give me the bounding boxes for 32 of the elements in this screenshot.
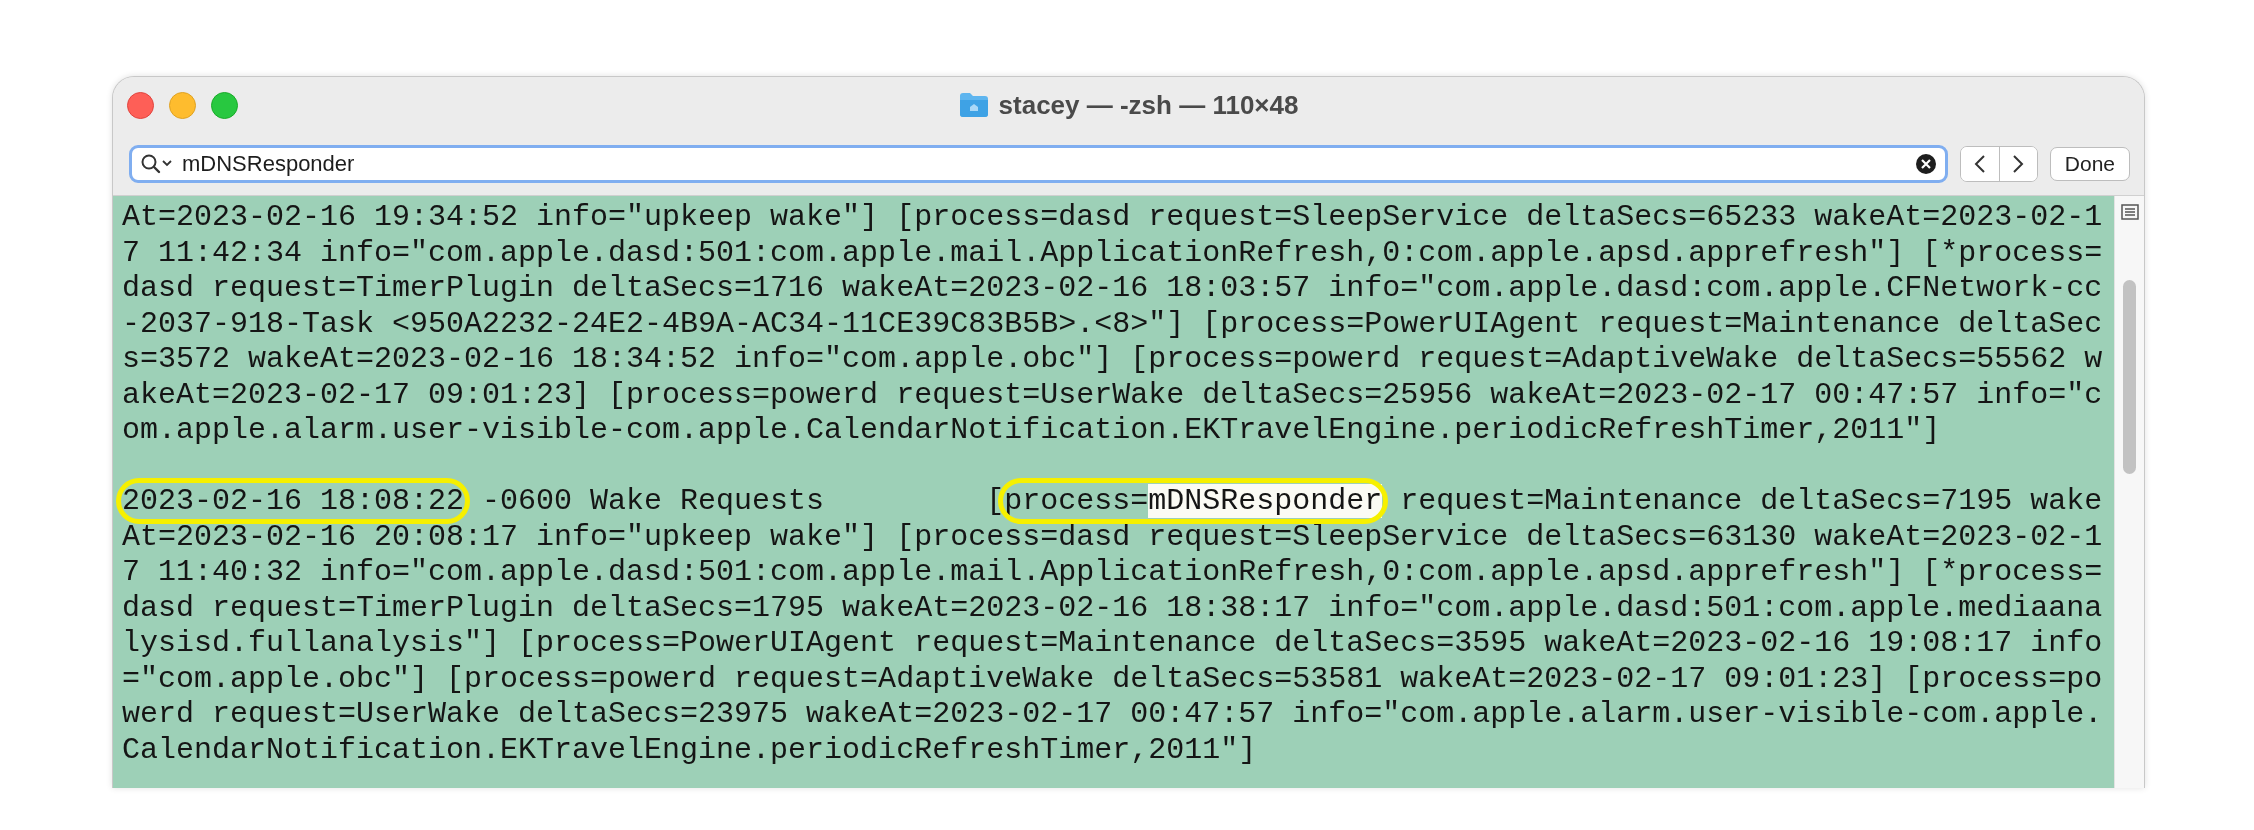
next-button[interactable] — [1998, 147, 2037, 181]
chevron-right-icon — [2012, 154, 2025, 174]
terminal-line: -2037-918-Task <950A2232-24E2-4B9A-AC34-11CE39C83B5B>.<8>"] [process=PowerUIAgent request=Maintenance deltaSec — [122, 306, 2104, 342]
chevron-left-icon — [1973, 154, 1986, 174]
window-title: stacey — -zsh — 110×48 — [998, 89, 1299, 121]
terminal-line: dasd request=TimerPlugin deltaSecs=1716 wakeAt=2023-02-16 18:03:57 info="com.apple.dasd:com.apple.CFNetwork-cc — [122, 271, 2104, 307]
terminal-line: om.apple.alarm.user-visible-com.apple.CalendarNotification.EKTravelEngine.periodicRefreshTimer,2011"] — [122, 413, 1942, 449]
folder-icon — [958, 92, 989, 118]
terminal-line: At=2023-02-16 20:08:17 info="upkeep wake"] [process=dasd request=SleepService deltaSecs=63130 wakeAt=2023-02-1 — [122, 519, 2104, 555]
terminal-text: 2023-02-16 18:08:22 — [122, 484, 465, 518]
search-field[interactable]: mDNSResponder — [129, 145, 1948, 183]
scrollbar-thumb[interactable] — [2123, 280, 2136, 474]
menu-icon[interactable] — [2120, 204, 2139, 220]
terminal-line: 7 11:40:32 info="com.apple.dasd:501:com.apple.mail.ApplicationRefresh,0:com.apple.apsd.apprefresh"] [*process= — [122, 555, 2104, 591]
terminal-line: 7 11:42:34 info="com.apple.dasd:501:com.apple.mail.ApplicationRefresh,0:com.apple.apsd.apprefresh"] [*process= — [122, 235, 2104, 271]
terminal-text: request=Maintenance deltaSecs=7195 wake — [1399, 484, 2103, 518]
terminal-line: CalendarNotification.EKTravelEngine.periodicRefreshTimer,2011"] — [122, 732, 1258, 768]
search-icon[interactable] — [140, 153, 174, 175]
terminal-line: s=3572 wakeAt=2023-02-16 18:34:52 info="com.apple.obc"] [process=powerd request=AdaptiveWake deltaSecs=55562 w — [122, 342, 2104, 378]
terminal-line: lysisd.fullanalysis"] [process=PowerUIAgent request=Maintenance deltaSecs=3595 wakeAt=2023-02-16 19:08:17 info — [122, 626, 2104, 662]
terminal-line: At=2023-02-16 19:34:52 info="upkeep wake"] [process=dasd request=SleepService deltaSecs=65233 wakeAt=2023-02-1 — [122, 200, 2104, 236]
search-match: mDNSResponder — [1148, 484, 1383, 518]
terminal-line: dasd request=TimerPlugin deltaSecs=1795 wakeAt=2023-02-16 18:38:17 info="com.apple.dasd:501:com.apple.mediaana — [122, 590, 2104, 626]
terminal-text: process= — [1004, 484, 1149, 518]
close-button[interactable] — [127, 91, 154, 119]
done-button[interactable]: Done — [2049, 147, 2130, 181]
search-input[interactable]: mDNSResponder — [182, 149, 1907, 179]
terminal-line: ="com.apple.obc"] [process=powerd request=AdaptiveWake deltaSecs=53581 wakeAt=2023-02-17 09:01:23] [process=po — [122, 661, 2104, 697]
terminal-line: akeAt=2023-02-17 09:01:23] [process=powerd request=UserWake deltaSecs=25956 wakeAt=2023-02-17 00:47:57 info="c — [122, 377, 2104, 413]
terminal-line: werd request=UserWake deltaSecs=23975 wakeAt=2023-02-17 00:47:57 info="com.apple.alarm.user-visible-com.apple. — [122, 697, 2104, 733]
clear-icon[interactable] — [1914, 153, 1937, 175]
zoom-button[interactable] — [211, 91, 238, 119]
